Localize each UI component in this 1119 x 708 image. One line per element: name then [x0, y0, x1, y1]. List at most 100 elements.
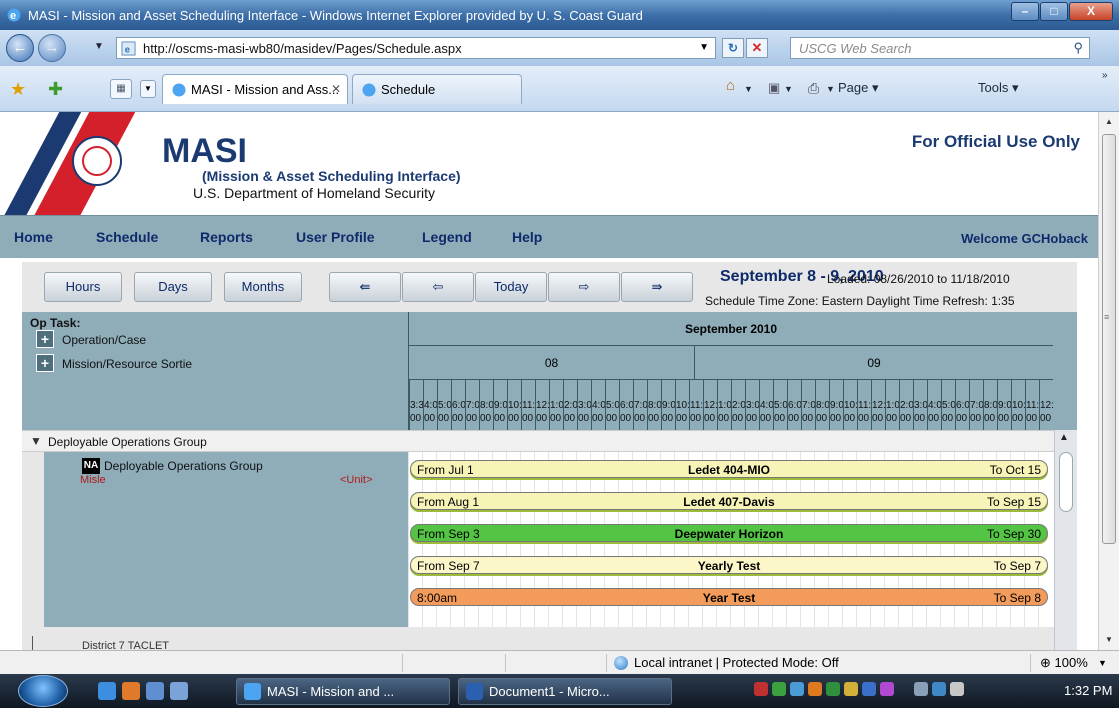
print-icon[interactable]: ⎙ [808, 80, 819, 97]
print-dropdown-icon[interactable]: ▼ [826, 84, 835, 94]
history-dropdown-icon[interactable]: ▼ [94, 41, 104, 52]
switch-windows-icon[interactable] [170, 682, 188, 700]
hour-tick: 4:0 00 [759, 380, 774, 430]
taskbar-masi-button[interactable]: MASI - Mission and ... [236, 678, 450, 705]
hour-tick-label: 12: [704, 400, 718, 411]
network-icon[interactable] [932, 682, 946, 696]
sound-driver-icon[interactable] [880, 682, 894, 696]
stop-button[interactable]: ✕ [746, 38, 768, 58]
network-sync-icon[interactable] [808, 682, 822, 696]
group-row[interactable]: ▼ Deployable Operations Group [22, 430, 1054, 452]
search-icon[interactable]: ⚲ [1073, 40, 1083, 56]
page-scrollbar[interactable]: ▲ ≡ ▼ [1098, 112, 1119, 650]
jump-back-button[interactable]: ⇚ [329, 272, 401, 302]
add-favorites-icon[interactable]: ✚ [48, 79, 63, 100]
hours-view-button[interactable]: Hours [44, 272, 122, 302]
update-icon[interactable] [790, 682, 804, 696]
display-icon[interactable] [862, 682, 876, 696]
page-icon: e [121, 41, 136, 56]
tab-masi[interactable]: MASI - Mission and Ass... ✕ [162, 74, 348, 104]
plus-icon[interactable]: + [36, 354, 54, 372]
menu-schedule[interactable]: Schedule [96, 229, 158, 245]
minimize-button[interactable]: – [1011, 2, 1039, 21]
vpn-icon[interactable] [826, 682, 840, 696]
feeds-icon[interactable]: ▣ [768, 80, 780, 96]
hour-tick: 11: 00 [1025, 380, 1039, 430]
home-icon[interactable]: ⌂ [726, 77, 735, 94]
scroll-up-icon[interactable]: ▲ [1059, 432, 1069, 443]
shortcut-icon[interactable] [844, 682, 858, 696]
hour-tick: 12: 00 [535, 380, 550, 430]
today-button[interactable]: Today [475, 272, 547, 302]
menu-help[interactable]: Help [512, 229, 542, 245]
page-menu-button[interactable]: Page ▾ [838, 80, 879, 96]
plus-icon[interactable]: + [36, 330, 54, 348]
hour-tick-label: 11: [522, 400, 536, 411]
scroll-thumb[interactable] [1102, 134, 1116, 544]
favorites-star-icon[interactable]: ★ [10, 79, 26, 100]
desktop-quicklaunch-icon[interactable] [146, 682, 164, 700]
tab-list-dropdown-icon[interactable]: ▼ [140, 80, 156, 98]
home-dropdown-icon[interactable]: ▼ [744, 84, 753, 94]
step-back-button[interactable]: ⇦ [402, 272, 474, 302]
day-label: 09 [695, 346, 1053, 380]
hour-tick: 12: 00 [1039, 380, 1054, 430]
scroll-up-icon[interactable]: ▲ [1099, 114, 1119, 130]
forward-button[interactable]: → [38, 34, 66, 62]
clipboard-icon[interactable] [914, 682, 928, 696]
ie-quicklaunch-icon[interactable] [98, 682, 116, 700]
scroll-thumb[interactable] [1059, 452, 1073, 512]
event-bar[interactable]: 8:00am Year Test To Sep 8 [410, 588, 1048, 606]
security-zone[interactable]: Local intranet | Protected Mode: Off [634, 655, 839, 670]
event-bar[interactable]: From Jul 1 Ledet 404-MIO To Oct 15 [410, 460, 1048, 478]
close-tab-icon[interactable]: ✕ [331, 82, 341, 96]
menu-reports[interactable]: Reports [200, 229, 253, 245]
collapse-arrow-icon[interactable]: ▼ [30, 434, 42, 448]
event-name: Ledet 404-MIO [687, 463, 771, 477]
antivirus-icon[interactable] [754, 682, 768, 696]
next-group-row-partial[interactable]: District 7 TACLET [22, 632, 1054, 650]
feeds-dropdown-icon[interactable]: ▼ [784, 84, 793, 94]
unit-name[interactable]: Deployable Operations Group [104, 459, 263, 473]
jump-forward-button[interactable]: ⇛ [621, 272, 693, 302]
refresh-button[interactable]: ↻ [722, 38, 744, 58]
security-shield-icon[interactable] [772, 682, 786, 696]
zoom-level[interactable]: ⊕ 100% [1040, 655, 1088, 671]
close-button[interactable]: X [1069, 2, 1113, 21]
hour-tick-label: 8:0 [984, 400, 998, 411]
back-button[interactable]: ← [6, 34, 34, 62]
hour-tick: 4:0 00 [423, 380, 438, 430]
taskbar-word-button[interactable]: Document1 - Micro... [458, 678, 672, 705]
scroll-down-icon[interactable]: ▼ [1099, 632, 1119, 648]
firefox-quicklaunch-icon[interactable] [122, 682, 140, 700]
months-view-button[interactable]: Months [224, 272, 302, 302]
hour-tick-minutes: 00 [592, 413, 604, 424]
menu-legend[interactable]: Legend [422, 229, 472, 245]
url-dropdown-icon[interactable]: ▼ [699, 42, 709, 53]
hour-tick-minutes: 00 [956, 413, 968, 424]
search-field[interactable]: USCG Web Search ⚲ [790, 37, 1090, 59]
tab-schedule[interactable]: Schedule [352, 74, 522, 104]
quick-tabs-icon[interactable]: ▦ [110, 79, 132, 99]
hour-tick-minutes: 00 [816, 413, 828, 424]
hour-tick-minutes: 00 [648, 413, 660, 424]
menu-user-profile[interactable]: User Profile [296, 229, 375, 245]
more-commands-icon[interactable]: » [1102, 70, 1108, 81]
tab-bar: ★ ✚ ▦ ▼ MASI - Mission and Ass... ✕ Sche… [0, 66, 1119, 112]
restore-button[interactable]: □ [1040, 2, 1068, 21]
zoom-dropdown-icon[interactable]: ▼ [1098, 658, 1107, 668]
url-field[interactable]: e http://oscms-masi-wb80/masidev/Pages/S… [116, 37, 716, 59]
step-forward-button[interactable]: ⇨ [548, 272, 620, 302]
menu-home[interactable]: Home [14, 229, 53, 245]
event-bar[interactable]: From Aug 1 Ledet 407-Davis To Sep 15 [410, 492, 1048, 510]
tools-menu-button[interactable]: Tools ▾ [978, 80, 1019, 96]
hour-tick-label: 11: [690, 400, 704, 411]
hour-tick-label: 12: [536, 400, 550, 411]
days-view-button[interactable]: Days [134, 272, 212, 302]
hour-tick-minutes: 00 [1012, 413, 1024, 424]
timeline-scrollbar[interactable]: ▲ [1054, 430, 1077, 650]
volume-icon[interactable] [950, 682, 964, 696]
event-bar[interactable]: From Sep 3 Deepwater Horizon To Sep 30 [410, 524, 1048, 542]
start-button[interactable] [18, 675, 68, 707]
event-bar[interactable]: From Sep 7 Yearly Test To Sep 7 [410, 556, 1048, 574]
